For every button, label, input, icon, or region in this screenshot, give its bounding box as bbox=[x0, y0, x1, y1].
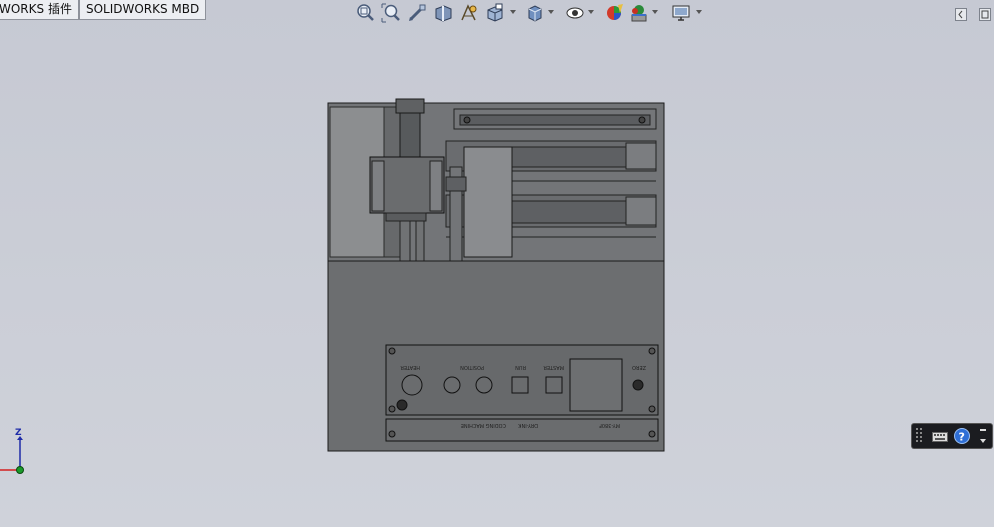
previous-view-icon[interactable] bbox=[406, 2, 428, 24]
display-style-dropdown-icon[interactable] bbox=[548, 2, 556, 24]
hide-show-dropdown-icon[interactable] bbox=[588, 2, 596, 24]
restore-left-icon[interactable] bbox=[955, 6, 967, 21]
view-settings-dropdown-icon[interactable] bbox=[696, 2, 704, 24]
apply-scene-icon[interactable] bbox=[628, 2, 650, 24]
zoom-to-area-icon[interactable] bbox=[380, 2, 402, 24]
task-mini-bar: ? bbox=[912, 424, 992, 448]
view-orientation-icon[interactable] bbox=[484, 2, 506, 24]
svg-text:?: ? bbox=[959, 431, 965, 444]
restore-right-icon[interactable] bbox=[979, 6, 991, 21]
keyboard-icon[interactable] bbox=[932, 429, 948, 448]
edit-appearance-icon[interactable] bbox=[604, 2, 626, 24]
minimize-options-icon[interactable] bbox=[978, 427, 988, 449]
model-number-label: MY-380F bbox=[599, 422, 620, 428]
view-orientation-dropdown-icon[interactable] bbox=[510, 2, 518, 24]
command-manager-tabs: WORKS 插件 SOLIDWORKS MBD bbox=[0, 0, 207, 20]
help-icon[interactable]: ? bbox=[954, 428, 970, 448]
tab-plugins[interactable]: WORKS 插件 bbox=[0, 0, 79, 20]
position-label: POSITION bbox=[460, 364, 484, 370]
dynamic-annotation-icon[interactable] bbox=[458, 2, 480, 24]
hide-show-items-icon[interactable] bbox=[564, 2, 586, 24]
run-label: RUN bbox=[515, 364, 526, 370]
reference-triad: Z bbox=[0, 428, 40, 484]
heater-label: HEATER bbox=[400, 364, 420, 370]
zero-label: ZERO bbox=[632, 364, 646, 370]
coding-machine-label: CODING MACHINE bbox=[461, 422, 506, 428]
tab-solidworks-mbd[interactable]: SOLIDWORKS MBD bbox=[78, 0, 207, 20]
graphics-area[interactable]: WORKS 插件 SOLIDWORKS MBD HEATER POSITION … bbox=[0, 0, 994, 527]
view-settings-icon[interactable] bbox=[670, 2, 692, 24]
zoom-to-fit-icon[interactable] bbox=[354, 2, 376, 24]
section-view-icon[interactable] bbox=[432, 2, 454, 24]
master-label: MASTER bbox=[543, 364, 564, 370]
grip-icon[interactable] bbox=[916, 428, 924, 448]
display-style-icon[interactable] bbox=[524, 2, 546, 24]
apply-scene-dropdown-icon[interactable] bbox=[652, 2, 660, 24]
cad-model-coding-machine[interactable]: HEATER POSITION RUN MASTER ZERO MY-380F … bbox=[326, 97, 668, 453]
dry-ink-label: DRY-INK bbox=[518, 422, 538, 428]
